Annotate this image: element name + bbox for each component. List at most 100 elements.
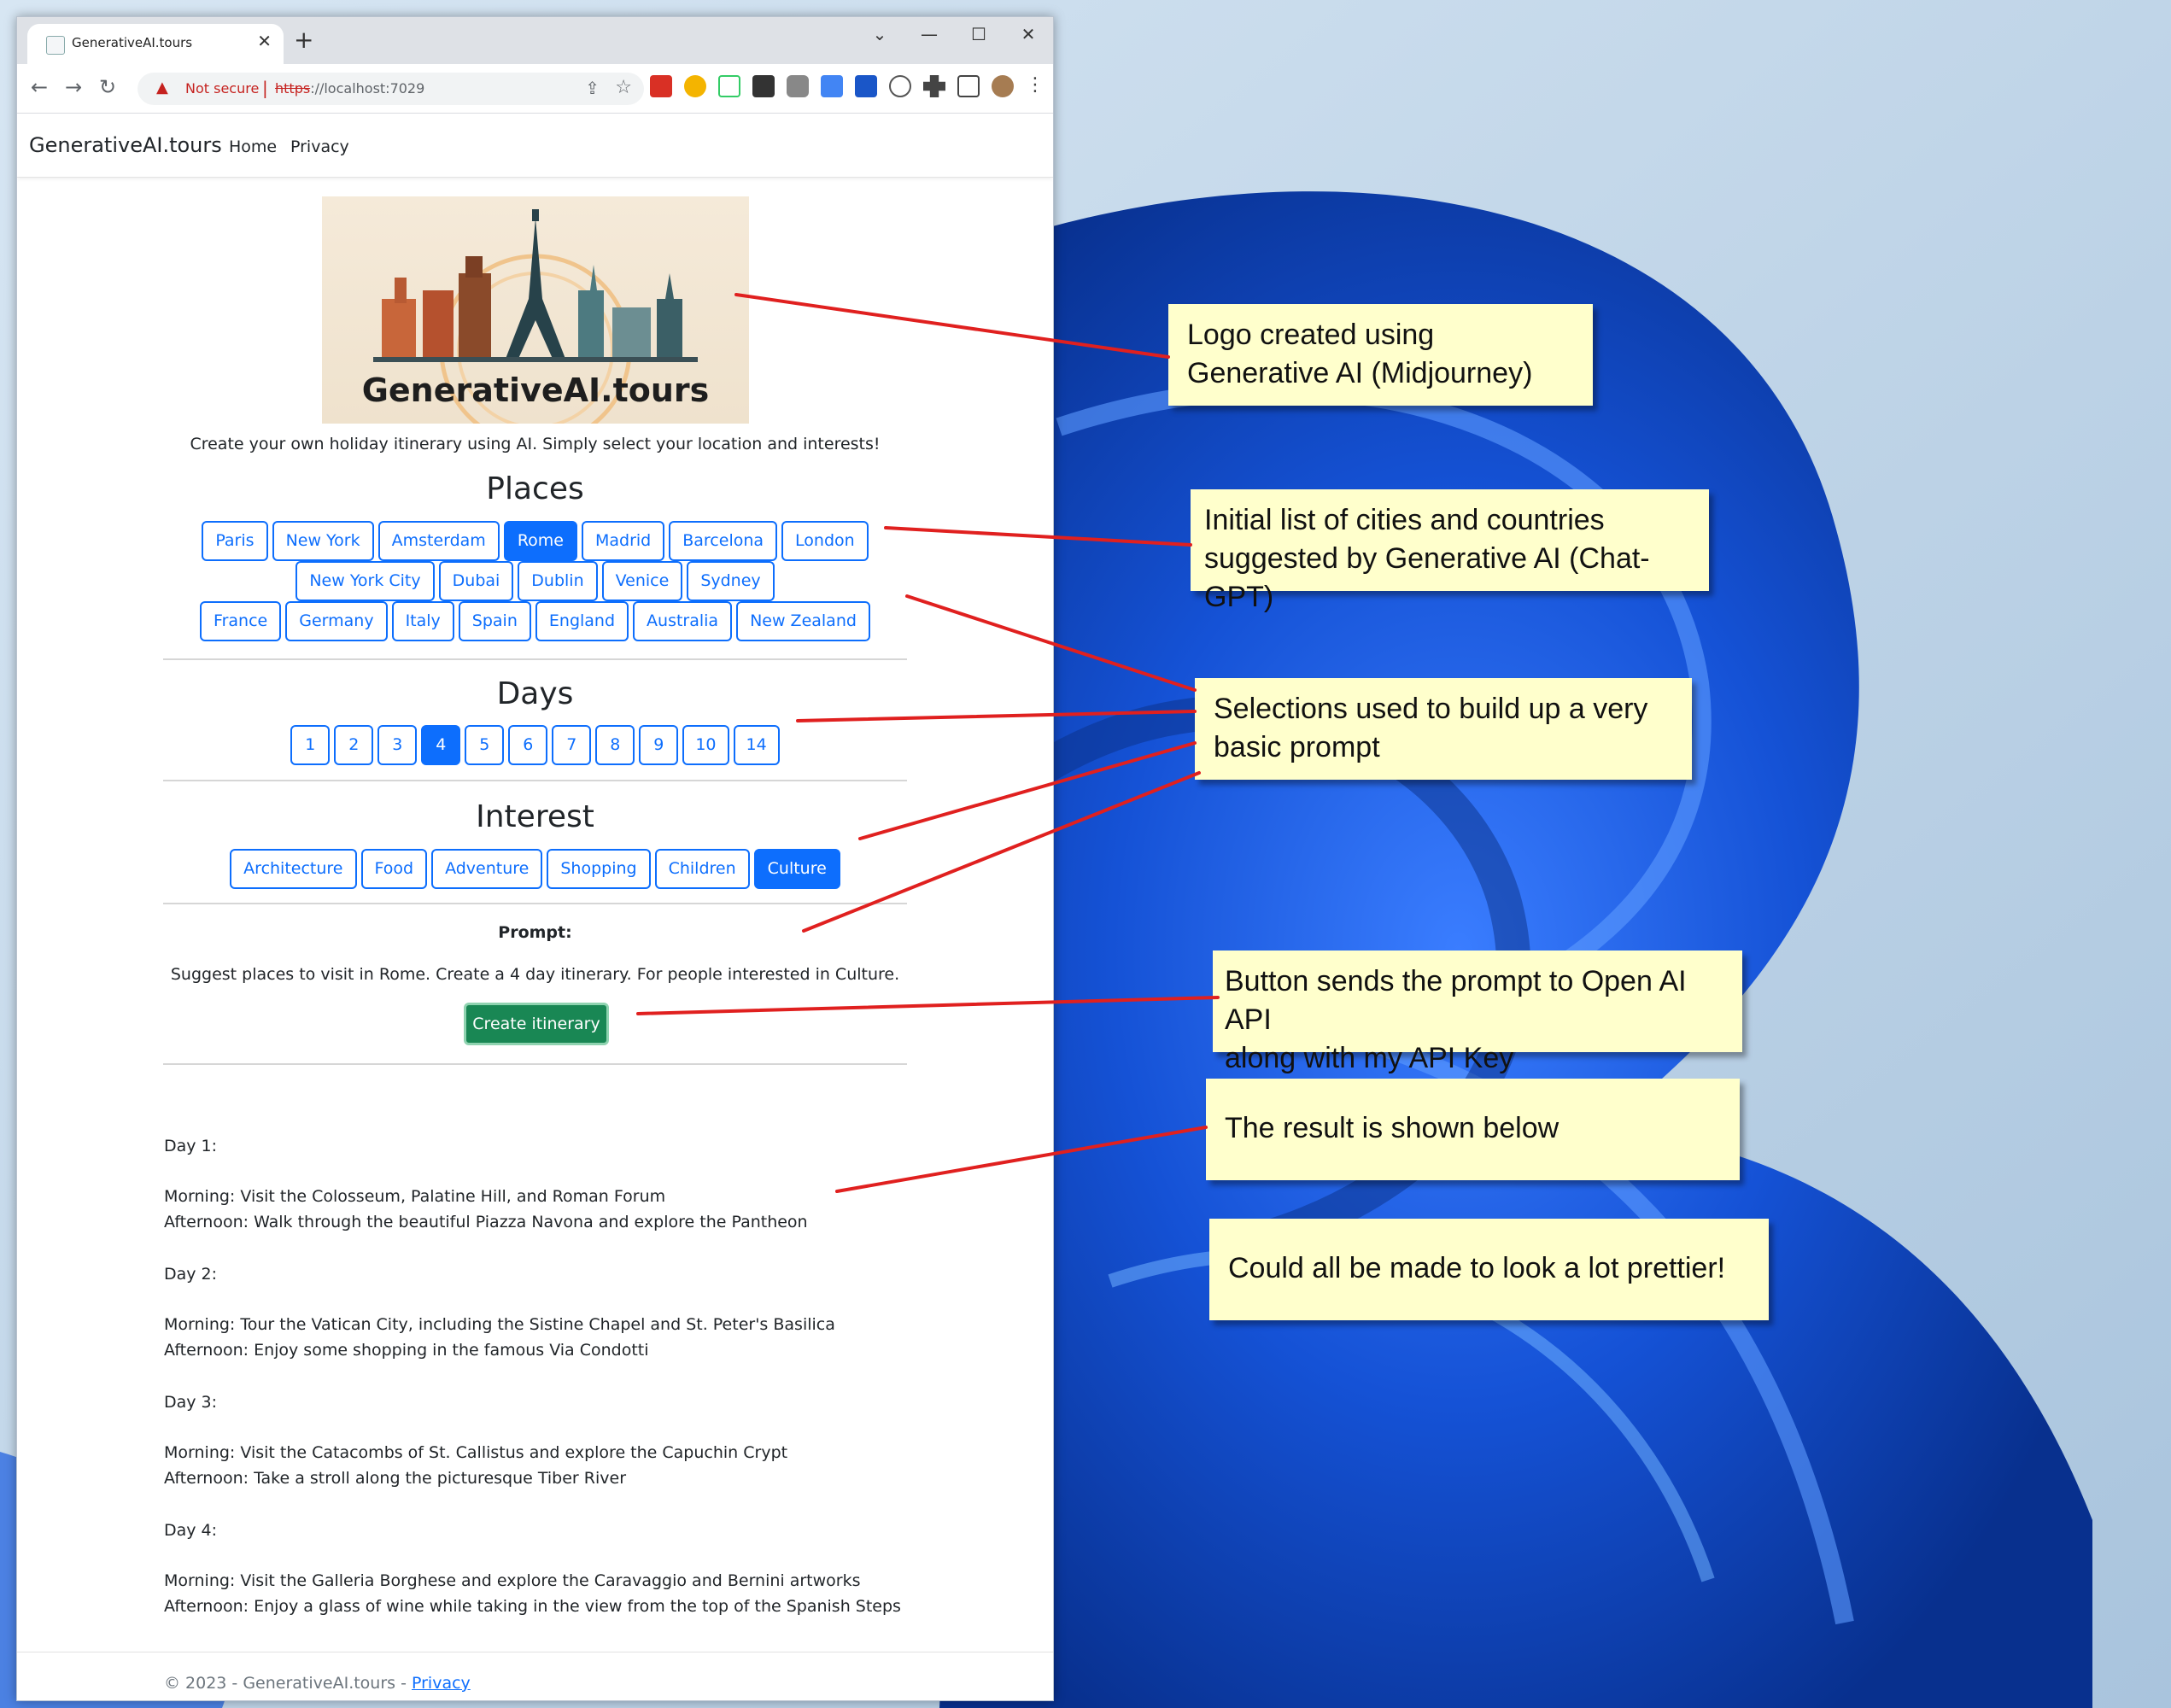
place-button-england[interactable]: England [535,601,629,641]
place-button-venice[interactable]: Venice [601,561,683,601]
day-button-3[interactable]: 3 [377,725,418,765]
callout-result: The result is shown below [1206,1079,1740,1180]
reload-icon[interactable]: ↻ [99,75,116,99]
place-button-dublin[interactable]: Dublin [518,561,598,601]
camera-extension-icon[interactable] [787,75,809,97]
place-button-barcelona[interactable]: Barcelona [669,521,778,561]
callout-logo: Logo created using Generative AI (Midjou… [1168,304,1593,406]
callout-line: basic prompt [1214,731,1380,763]
browser-tab[interactable]: GenerativeAI.tours ✕ [27,24,284,64]
extension-icon[interactable] [684,75,706,97]
callout-line: suggested by Generative AI (Chat-GPT) [1204,542,1650,613]
tab-search-icon[interactable]: ⌄ [855,17,904,51]
day-button-10[interactable]: 10 [682,725,729,765]
back-arrow-icon[interactable]: ← [31,75,48,99]
share-icon[interactable]: ⇪ [585,78,600,98]
interest-button-food[interactable]: Food [360,849,428,889]
place-button-france[interactable]: France [200,601,282,641]
place-button-madrid[interactable]: Madrid [581,521,665,561]
day-button-6[interactable]: 6 [508,725,548,765]
place-button-spain[interactable]: Spain [458,601,531,641]
callout-line: Generative AI (Midjourney) [1187,357,1533,389]
place-button-germany[interactable]: Germany [285,601,388,641]
result-line: Morning: Visit the Galleria Borghese and… [164,1571,861,1590]
extension-icon[interactable] [650,75,672,97]
prompt-text: Suggest places to visit in Rome. Create … [170,965,900,984]
day-button-4[interactable]: 4 [421,725,461,765]
interest-heading: Interest [476,799,594,834]
day-button-14[interactable]: 14 [733,725,780,765]
not-secure-label: Not secure [185,80,260,97]
callout-button: Button sends the prompt to Open AI API a… [1213,951,1742,1074]
callout-line: Button sends the prompt to Open AI API [1225,965,1687,1036]
menu-icon[interactable]: ⋮ [1026,75,1045,97]
address-bar[interactable]: ▲ Not secure | https://localhost:7029 ⇪ … [138,73,644,105]
day-button-9[interactable]: 9 [639,725,679,765]
footer-privacy-link[interactable]: Privacy [412,1674,471,1693]
create-itinerary-button[interactable]: Create itinerary [464,1003,609,1045]
extensions-icon[interactable] [923,75,945,97]
day-button-8[interactable]: 8 [595,725,635,765]
place-button-new-zealand[interactable]: New Zealand [736,601,870,641]
result-line: Afternoon: Enjoy a glass of wine while t… [164,1597,901,1616]
interest-button-shopping[interactable]: Shopping [547,849,651,889]
result-line: Afternoon: Enjoy some shopping in the fa… [164,1341,649,1360]
place-button-paris[interactable]: Paris [202,521,268,561]
tagline: Create your own holiday itinerary using … [190,435,881,453]
day-button-2[interactable]: 2 [334,725,374,765]
close-window-button[interactable]: ✕ [1004,17,1053,51]
avatar[interactable] [992,75,1014,97]
day-button-7[interactable]: 7 [552,725,592,765]
place-button-amsterdam[interactable]: Amsterdam [377,521,500,561]
place-button-new-york-city[interactable]: New York City [296,561,435,601]
extension-icon[interactable] [889,75,911,97]
interest-button-culture[interactable]: Culture [753,849,840,889]
place-button-dubai[interactable]: Dubai [438,561,514,601]
callout-line: Could all be made to look a lot prettier… [1228,1252,1726,1284]
close-tab-icon[interactable]: ✕ [257,31,272,51]
qr-extension-icon[interactable] [752,75,775,97]
interest-button-adventure[interactable]: Adventure [431,849,543,889]
callout-line: along with my API Key [1225,1042,1514,1074]
star-icon[interactable]: ☆ [615,77,632,98]
place-button-new-york[interactable]: New York [272,521,374,561]
interest-button-architecture[interactable]: Architecture [230,849,357,889]
favicon-icon [46,36,65,55]
nav-privacy-link[interactable]: Privacy [290,137,349,156]
day-button-1[interactable]: 1 [290,725,331,765]
minimize-button[interactable]: — [904,17,954,51]
maximize-button[interactable]: ☐ [954,17,1004,51]
result-day-heading: Day 2: [164,1265,218,1284]
url-text: https://localhost:7029 [275,80,424,97]
result-day-heading: Day 4: [164,1521,218,1540]
place-button-italy[interactable]: Italy [391,601,454,641]
result-line: Morning: Tour the Vatican City, includin… [164,1315,835,1334]
places-heading: Places [486,471,584,506]
prompt-label: Prompt: [498,923,572,942]
callout-line: Selections used to build up a very [1214,693,1648,725]
divider [163,780,907,781]
nav-home-link[interactable]: Home [229,137,277,156]
browser-toolbar: ← → ↻ ▲ Not secure | https://localhost:7… [17,64,1053,114]
url-scheme: https [275,80,311,97]
forward-arrow-icon[interactable]: → [65,75,82,99]
interest-button-children[interactable]: Children [654,849,750,889]
place-button-rome[interactable]: Rome [503,521,577,561]
place-button-australia[interactable]: Australia [633,601,733,641]
callout-prettier: Could all be made to look a lot prettier… [1209,1219,1769,1320]
day-button-5[interactable]: 5 [465,725,505,765]
places-row-2: New York City Dubai Dublin Venice Sydney [17,561,1053,601]
site-brand-link[interactable]: GenerativeAI.tours [29,133,222,157]
window-controls: ⌄ — ☐ ✕ [855,17,1053,51]
new-tab-button[interactable]: + [294,26,313,54]
code-extension-icon[interactable] [718,75,740,97]
place-button-sydney[interactable]: Sydney [687,561,775,601]
translate-extension-icon[interactable] [821,75,843,97]
url-host: ://localhost:7029 [310,80,425,97]
logo-text: GenerativeAI.tours [361,371,710,409]
places-row-3: France Germany Italy Spain England Austr… [17,601,1053,641]
extension-icon[interactable] [855,75,877,97]
footer-text: © 2023 - GenerativeAI.tours - [164,1674,412,1693]
place-button-london[interactable]: London [781,521,869,561]
side-panel-icon[interactable] [957,75,980,97]
